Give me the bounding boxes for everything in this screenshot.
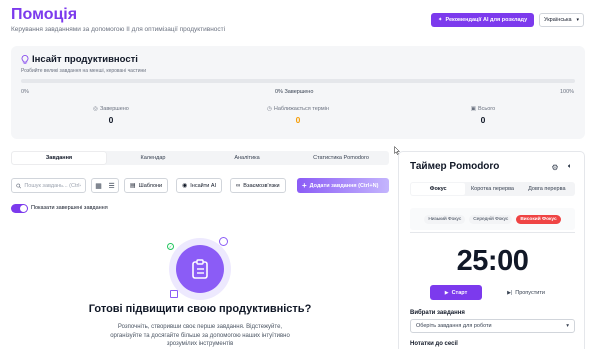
clock-icon (219, 237, 228, 246)
language-select[interactable]: Українська ▾ (539, 13, 584, 27)
timer-area: 25:00 ▶ Старт ▶| Пропустити (410, 232, 575, 307)
pomodoro-panel: Таймер Pomodoro ⚙ 🔈︎ Фокус Коротка перер… (398, 151, 585, 349)
pomodoro-title: Таймер Pomodoro (410, 161, 500, 172)
tab-tasks[interactable]: Завдання (12, 152, 106, 164)
app-title: Помоція (11, 6, 78, 23)
gear-icon[interactable]: ⚙ (549, 161, 561, 173)
tab-focus[interactable]: Фокус (411, 183, 466, 195)
ai-schedule-recommendations-button[interactable]: ✦ Рекомендації AI для розкладу (431, 13, 534, 27)
ai-insights-label: Інсайти AI (190, 182, 217, 189)
mouse-cursor-icon (394, 146, 400, 155)
calendar-icon (170, 290, 178, 298)
stat-total: ▣ Всього 0 (423, 106, 543, 125)
check-circle-icon: ✓ (167, 243, 174, 250)
clipboard-icon (192, 259, 208, 279)
high-focus-chip[interactable]: Високий Фокус (516, 214, 561, 224)
toggle-knob (20, 205, 27, 212)
chevron-down-icon: ▾ (566, 323, 569, 329)
empty-state-text: Розпочніть, створивши своє перше завданн… (110, 324, 290, 347)
progress-max-label: 100% (560, 89, 575, 95)
add-task-button[interactable]: + Додати завдання (Ctrl+N) (297, 178, 389, 193)
search-placeholder: Пошук завдань... (Ctrl+K) (24, 182, 81, 189)
chevron-down-icon: ▾ (576, 17, 579, 23)
ai-insights-button[interactable]: ◉ Інсайти AI (176, 178, 223, 193)
stat-completed: ◎ Завершено 0 (51, 106, 171, 125)
completion-progress-bar (21, 79, 575, 83)
main-tabs: Завдання Календар Аналітика Статистика P… (11, 151, 389, 165)
stat-upcoming-deadline: ◷ Наближається термін 0 (238, 106, 358, 125)
tab-calendar[interactable]: Календар (106, 152, 200, 164)
layout-icon: ▤ (130, 183, 136, 189)
search-input[interactable]: Пошук завдань... (Ctrl+K) (11, 178, 86, 193)
stat-upcoming-label: Наближається термін (273, 106, 329, 112)
focus-intensity-selector: Низький Фокус Середній Фокус Високий Фок… (410, 208, 575, 230)
skip-button[interactable]: ▶| Пропустити (500, 285, 552, 300)
start-button[interactable]: ▶ Старт (430, 285, 482, 300)
add-task-label: Додати завдання (Ctrl+N) (309, 182, 379, 189)
insight-heading: Інсайт продуктивності (21, 54, 138, 65)
session-notes-label: Нотатки до сесії (410, 341, 458, 347)
start-label: Старт (451, 289, 468, 296)
search-icon (16, 183, 22, 188)
insight-subtitle: Розбийте великі завдання на менші, керов… (21, 68, 147, 74)
stat-total-value: 0 (480, 115, 486, 125)
pomodoro-mode-tabs: Фокус Коротка перерва Довга перерва (410, 182, 575, 196)
timer-display: 25:00 (456, 245, 529, 277)
medium-focus-chip[interactable]: Середній Фокус (469, 214, 513, 224)
speaker-icon[interactable]: 🔈︎ (564, 161, 576, 173)
sparkle-icon: ✦ (437, 17, 443, 23)
tab-short-break[interactable]: Коротка перерва (465, 183, 519, 195)
ai-schedule-recommendations-label: Рекомендації AI для розкладу (445, 17, 528, 23)
clipboard-badge (176, 245, 224, 293)
skip-label: Пропустити (515, 289, 545, 296)
stat-total-label: Всього (477, 106, 496, 112)
low-focus-chip[interactable]: Низький Фокус (424, 214, 466, 224)
tab-long-break[interactable]: Довга перерва (520, 183, 574, 195)
check-circle-icon: ◎ (93, 106, 98, 112)
stat-completed-label: Завершено (99, 106, 129, 112)
skip-icon: ▶| (507, 289, 513, 296)
progress-status-label: 0% Завершено (275, 89, 314, 95)
lightbulb-icon (21, 55, 29, 64)
plus-icon: + (302, 181, 307, 190)
templates-label: Шаблони (138, 182, 163, 189)
progress-min-label: 0% (21, 89, 29, 95)
tab-pomodoro-stats[interactable]: Статистика Pomodoro (294, 152, 388, 164)
clock-icon: ◷ (267, 106, 272, 112)
stat-upcoming-value: 0 (295, 115, 301, 125)
app-subtitle: Керування завданнями за допомогою ІІ для… (11, 26, 226, 33)
productivity-insight-card: Інсайт продуктивності Розбийте великі за… (11, 46, 585, 139)
stat-completed-value: 0 (108, 115, 114, 125)
task-select-value: Оберіть завдання для роботи (416, 323, 492, 329)
list-view-icon[interactable]: ☰ (108, 182, 114, 190)
view-toggle[interactable]: ▦ ☰ (91, 178, 119, 193)
templates-button[interactable]: ▤ Шаблони (124, 178, 169, 193)
language-value: Українська (544, 17, 572, 23)
show-completed-label: Показати завершені завдання (31, 205, 108, 211)
task-select[interactable]: Оберіть завдання для роботи ▾ (410, 319, 575, 333)
select-task-label: Вибрати завдання (410, 310, 465, 316)
relations-label: Взаємозв'язки (243, 182, 280, 189)
play-icon: ▶ (444, 289, 449, 296)
relations-button[interactable]: ∞ Взаємозв'язки (230, 178, 286, 193)
insight-title: Інсайт продуктивності (32, 54, 138, 65)
link-icon: ∞ (236, 182, 241, 189)
show-completed-toggle[interactable] (11, 204, 28, 213)
grid-view-icon[interactable]: ▦ (95, 182, 102, 190)
calendar-icon: ▣ (470, 106, 476, 112)
brain-icon: ◉ (182, 183, 188, 189)
empty-state-title: Готові підвищити свою продуктивність? (88, 303, 312, 315)
tab-analytics[interactable]: Аналітика (200, 152, 294, 164)
